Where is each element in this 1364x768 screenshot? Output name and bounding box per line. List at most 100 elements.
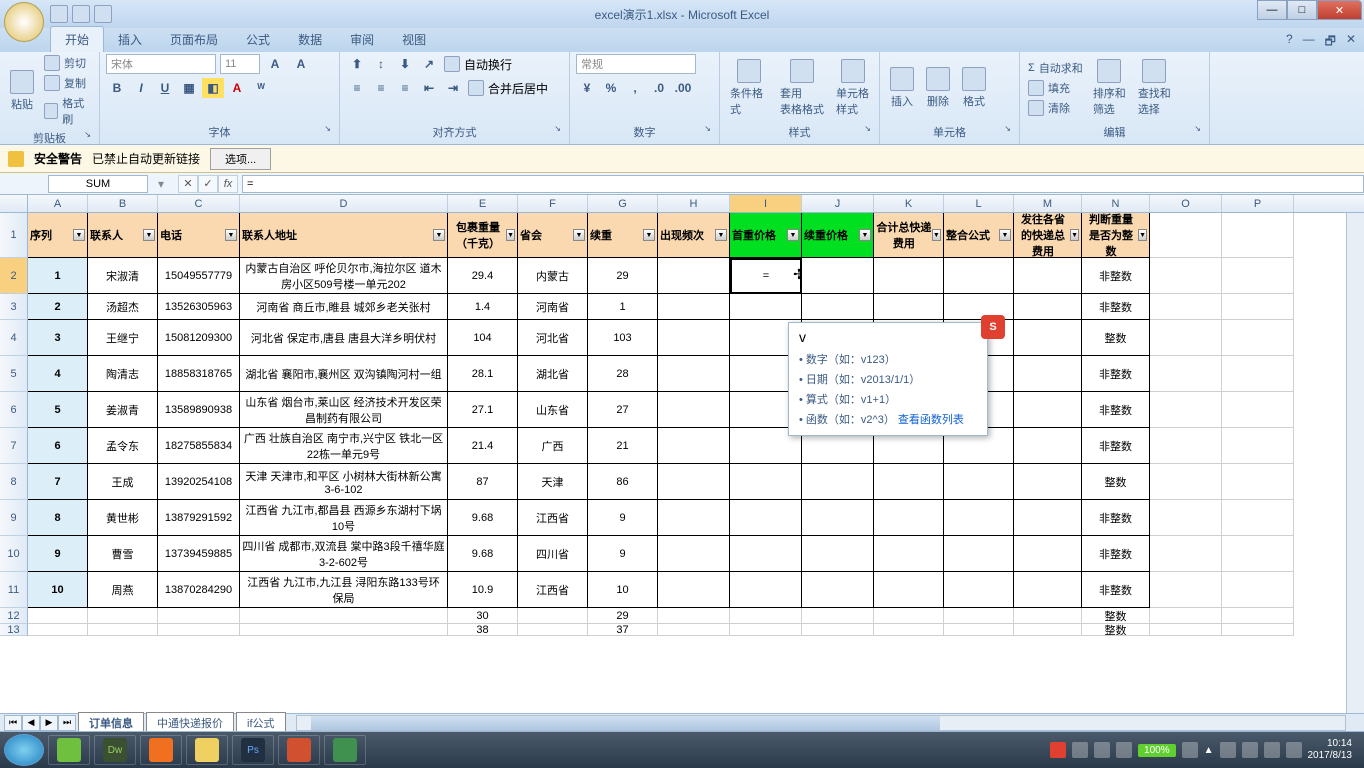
data-cell[interactable]: 8 (28, 500, 88, 536)
vertical-scrollbar[interactable] (1346, 213, 1364, 713)
data-cell[interactable] (802, 500, 874, 536)
empty-cell[interactable] (1150, 572, 1222, 608)
data-cell[interactable] (730, 624, 802, 636)
find-select-button[interactable]: 查找和 选择 (1134, 57, 1175, 119)
data-cell[interactable] (658, 572, 730, 608)
taskbar-explorer[interactable] (186, 735, 228, 765)
column-header-D[interactable]: D (240, 195, 448, 212)
data-cell[interactable]: 广西 壮族自治区 南宁市,兴宁区 铁北一区22栋一单元9号 (240, 428, 448, 464)
row-header-6[interactable]: 6 (0, 392, 28, 428)
phonetic-button[interactable]: ᵂ (250, 78, 272, 98)
data-cell[interactable]: 29 (588, 608, 658, 624)
filter-dropdown-icon[interactable]: ▼ (1138, 229, 1147, 241)
merge-button[interactable]: 合并后居中 (466, 78, 550, 98)
filter-dropdown-icon[interactable]: ▼ (225, 229, 237, 241)
data-cell[interactable] (944, 500, 1014, 536)
filter-dropdown-icon[interactable]: ▼ (715, 229, 727, 241)
data-cell[interactable]: 104 (448, 320, 518, 356)
data-cell[interactable]: 18858318765 (158, 356, 240, 392)
data-cell[interactable]: 15049557779 (158, 258, 240, 294)
header-cell[interactable]: 包裹重量（千克）▼ (448, 213, 518, 258)
security-options-button[interactable]: 选项... (210, 148, 271, 170)
column-header-B[interactable]: B (88, 195, 158, 212)
data-cell[interactable] (658, 608, 730, 624)
empty-cell[interactable] (1222, 500, 1294, 536)
data-cell[interactable] (944, 608, 1014, 624)
column-header-I[interactable]: I (730, 195, 802, 212)
data-cell[interactable]: 孟令东 (88, 428, 158, 464)
sheet-nav-next-icon[interactable]: ▶ (40, 715, 58, 731)
data-cell[interactable]: 整数 (1082, 464, 1150, 500)
filter-dropdown-icon[interactable]: ▼ (506, 229, 515, 241)
underline-button[interactable]: U (154, 78, 176, 98)
data-cell[interactable]: 河南省 (518, 294, 588, 320)
header-cell[interactable]: 续重价格▼ (802, 213, 874, 258)
increase-indent-icon[interactable]: ⇥ (442, 78, 464, 98)
column-header-M[interactable]: M (1014, 195, 1082, 212)
data-cell[interactable] (28, 608, 88, 624)
data-cell[interactable]: 天津 天津市,和平区 小树林大街林新公寓3-6-102 (240, 464, 448, 500)
tray-shield-icon[interactable] (1116, 742, 1132, 758)
data-cell[interactable] (944, 536, 1014, 572)
data-cell[interactable]: 28.1 (448, 356, 518, 392)
header-cell[interactable]: 序列▼ (28, 213, 88, 258)
data-cell[interactable] (874, 608, 944, 624)
comma-icon[interactable]: , (624, 78, 646, 98)
data-cell[interactable]: 9 (28, 536, 88, 572)
insert-cells-button[interactable]: 插入 (886, 65, 918, 111)
data-cell[interactable]: 103 (588, 320, 658, 356)
data-cell[interactable] (658, 428, 730, 464)
data-cell[interactable]: 4 (28, 356, 88, 392)
data-cell[interactable]: 13739459885 (158, 536, 240, 572)
data-cell[interactable]: 宋淑清 (88, 258, 158, 294)
data-cell[interactable]: 18275855834 (158, 428, 240, 464)
data-cell[interactable]: 10 (28, 572, 88, 608)
number-format-combo[interactable]: 常规 (576, 54, 696, 74)
row-header-12[interactable]: 12 (0, 608, 28, 624)
data-cell[interactable]: 29 (588, 258, 658, 294)
data-cell[interactable] (1014, 500, 1082, 536)
data-cell[interactable] (874, 258, 944, 294)
tab-view[interactable]: 视图 (388, 27, 440, 52)
align-bottom-icon[interactable]: ⬇ (394, 54, 416, 74)
data-cell[interactable] (1014, 464, 1082, 500)
maximize-button[interactable]: □ (1287, 0, 1317, 20)
data-cell[interactable]: 汤超杰 (88, 294, 158, 320)
header-cell[interactable]: 整合公式▼ (944, 213, 1014, 258)
row-header-10[interactable]: 10 (0, 536, 28, 572)
empty-cell[interactable] (1222, 392, 1294, 428)
data-cell[interactable] (240, 624, 448, 636)
data-cell[interactable]: 山东省 (518, 392, 588, 428)
data-cell[interactable]: 非整数 (1082, 392, 1150, 428)
data-cell[interactable] (944, 624, 1014, 636)
data-cell[interactable]: 1 (588, 294, 658, 320)
data-cell[interactable]: 27.1 (448, 392, 518, 428)
data-cell[interactable]: 内蒙古 (518, 258, 588, 294)
tray-clock[interactable]: 10:14 2017/8/13 (1308, 738, 1353, 762)
data-cell[interactable] (730, 294, 802, 320)
tray-sound-icon[interactable] (1286, 742, 1302, 758)
data-cell[interactable] (874, 624, 944, 636)
sheet-nav-last-icon[interactable]: ⏭ (58, 715, 76, 731)
empty-cell[interactable] (1222, 624, 1294, 636)
column-header-C[interactable]: C (158, 195, 240, 212)
data-cell[interactable]: 江西省 九江市,九江县 浔阳东路133号环保局 (240, 572, 448, 608)
filter-dropdown-icon[interactable]: ▼ (143, 229, 155, 241)
name-box-dropdown-icon[interactable]: ▾ (158, 177, 164, 191)
data-cell[interactable] (658, 294, 730, 320)
data-cell[interactable]: 21 (588, 428, 658, 464)
data-cell[interactable] (658, 536, 730, 572)
data-cell[interactable] (88, 608, 158, 624)
data-cell[interactable]: 江西省 (518, 572, 588, 608)
data-cell[interactable] (802, 624, 874, 636)
filter-dropdown-icon[interactable]: ▼ (859, 229, 871, 241)
format-cells-button[interactable]: 格式 (958, 65, 990, 111)
data-cell[interactable]: 9 (588, 536, 658, 572)
data-cell[interactable]: 黄世彬 (88, 500, 158, 536)
data-cell[interactable]: 非整数 (1082, 500, 1150, 536)
tray-help-icon[interactable] (1072, 742, 1088, 758)
fx-button[interactable]: fx (218, 175, 238, 193)
data-cell[interactable]: 湖北省 襄阳市,襄州区 双沟镇陶河村一组 (240, 356, 448, 392)
format-painter-button[interactable]: 格式刷 (42, 94, 93, 128)
filter-dropdown-icon[interactable]: ▼ (999, 229, 1011, 241)
